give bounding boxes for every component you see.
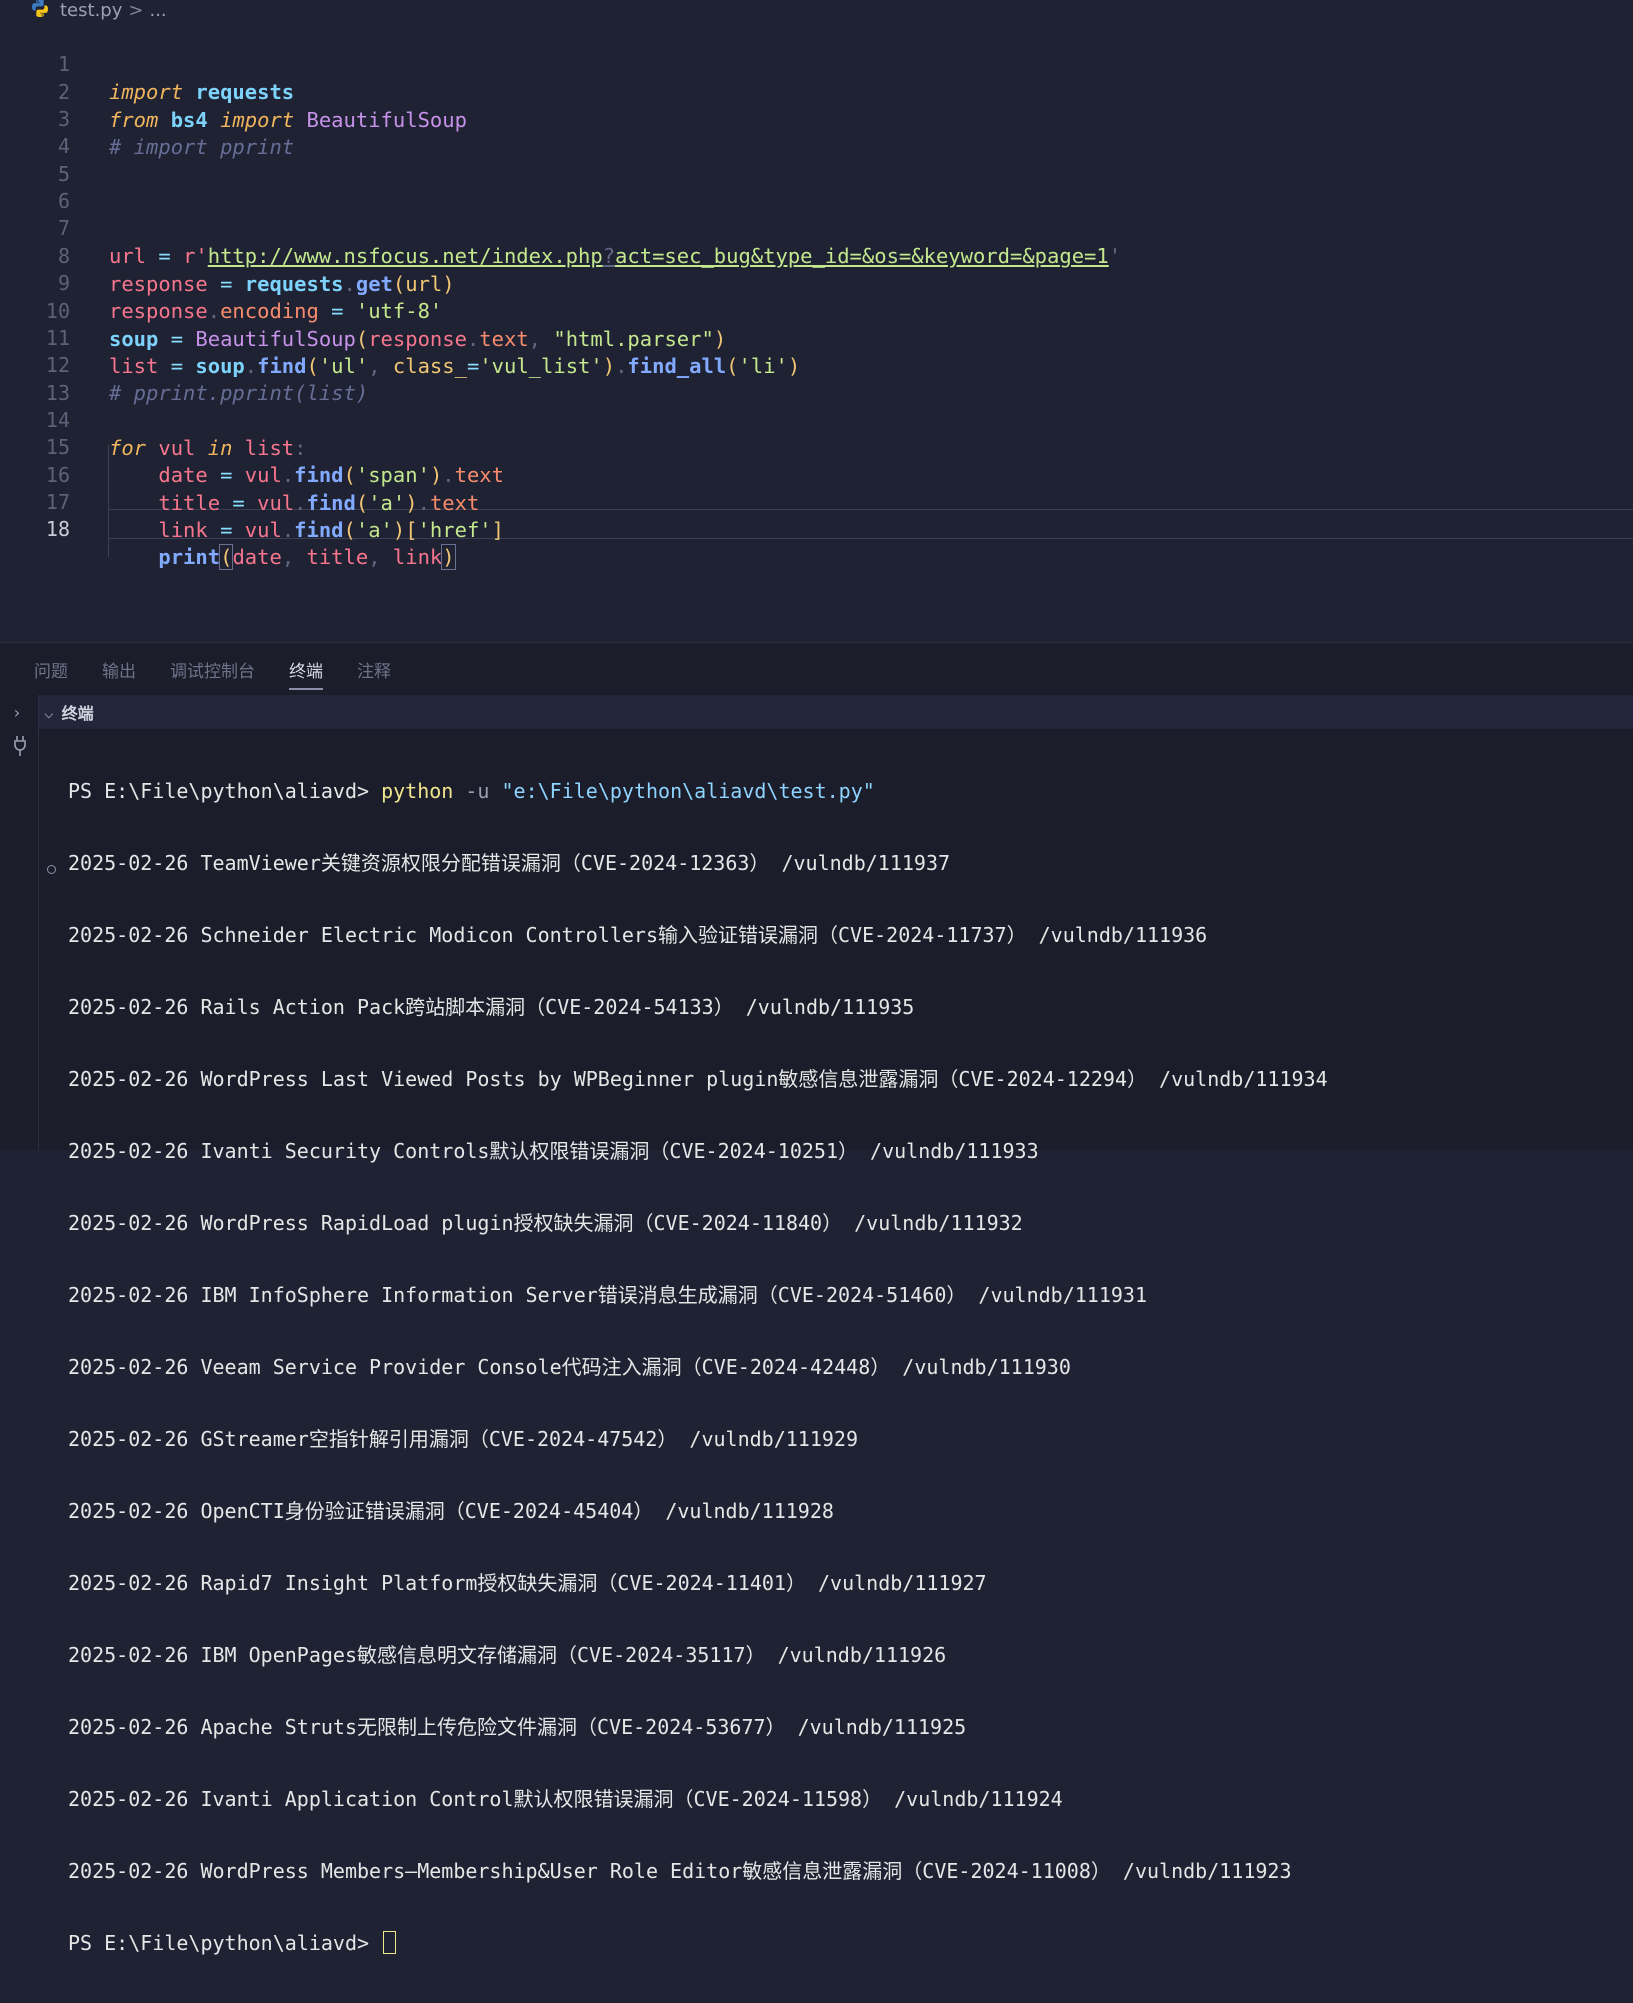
terminal-output-line: 2025-02-26 GStreamer空指针解引用漏洞（CVE-2024-47… [68, 1427, 859, 1451]
terminal-section-toggle[interactable]: ⌵ 终端 [44, 695, 94, 729]
terminal-flag: -u [453, 779, 502, 803]
terminal-output-line: 2025-02-26 Ivanti Application Control默认权… [68, 1787, 1063, 1811]
code-token: ) [392, 518, 406, 542]
code-line-16[interactable]: 16 title = vul.find('a').text [0, 433, 1633, 515]
code-line-1[interactable]: 1 import requests [0, 22, 1633, 104]
terminal-cursor [383, 1931, 397, 1954]
code-line-17[interactable]: 17 link = vul.find('a')['href'] [0, 460, 1633, 542]
code-line-13[interactable]: 13 [0, 351, 1633, 405]
plug-icon[interactable] [12, 735, 28, 757]
code-line-12[interactable]: 12 # pprint.pprint(list) [0, 323, 1633, 405]
code-token: 'a' [355, 518, 393, 542]
terminal-output-line: 2025-02-26 Ivanti Security Controls默认权限错… [68, 1139, 1039, 1163]
breadcrumb-separator: > [128, 0, 144, 21]
code-line-10[interactable]: 10 soup = BeautifulSoup(response.text, "… [0, 269, 1633, 351]
code-line-15[interactable]: 15 date = vul.find('span').text [0, 405, 1633, 487]
chevron-right-icon[interactable]: › [12, 703, 22, 722]
tab-terminal[interactable]: 终端 [289, 651, 323, 690]
code-token: date [232, 545, 282, 569]
panel-sidebar [0, 695, 39, 1150]
terminal-output-line: 2025-02-26 Veeam Service Provider Consol… [68, 1355, 1071, 1379]
code-token: print [158, 545, 221, 569]
terminal-command: python [381, 779, 454, 803]
terminal-title: 终端 [61, 704, 94, 723]
python-icon [32, 0, 48, 17]
command-decoration-icon[interactable] [47, 865, 56, 874]
code-token: [ [405, 518, 418, 542]
code-editor[interactable]: 1 import requests 2 from bs4 import Beau… [0, 20, 1633, 640]
code-token: find [294, 518, 344, 542]
code-token: , [368, 545, 393, 569]
terminal-output-line: 2025-02-26 WordPress RapidLoad plugin授权缺… [68, 1211, 1023, 1235]
breadcrumb-more[interactable]: ... [149, 0, 166, 21]
line-number-current: 18 [45, 517, 70, 541]
code-line-8[interactable]: 8 response = requests.get(url) [0, 214, 1633, 296]
code-token: ( [343, 518, 356, 542]
code-line-4[interactable]: 4 [0, 104, 1633, 158]
breadcrumb: test.py > ... [0, 0, 1633, 21]
code-token: . [281, 518, 295, 542]
terminal-output[interactable]: PS E:\File\python\aliavd> python -u "e:\… [68, 731, 1628, 2003]
tab-debug-console[interactable]: 调试控制台 [170, 651, 255, 688]
terminal-output-line: 2025-02-26 Rapid7 Insight Platform授权缺失漏洞… [68, 1571, 987, 1595]
breadcrumb-file[interactable]: test.py [60, 0, 122, 21]
terminal-output-line: 2025-02-26 WordPress Last Viewed Posts b… [68, 1067, 1328, 1091]
terminal-prompt: PS E:\File\python\aliavd> [68, 1931, 382, 1955]
terminal-output-line: 2025-02-26 Apache Struts无限制上传危险文件漏洞（CVE-… [68, 1715, 967, 1739]
code-line-11[interactable]: 11 list = soup.find('ul', class_='vul_li… [0, 296, 1633, 378]
terminal-output-line: 2025-02-26 Schneider Electric Modicon Co… [68, 923, 1208, 947]
chevron-down-icon: ⌵ [44, 702, 54, 722]
code-line-6[interactable]: 6 [0, 159, 1633, 213]
tab-problems[interactable]: 问题 [34, 651, 68, 688]
terminal-output-line: 2025-02-26 TeamViewer关键资源权限分配错误漏洞（CVE-20… [68, 851, 951, 875]
tab-output[interactable]: 输出 [102, 651, 136, 688]
code-line-7[interactable]: 7 url = r'http://www.nsfocus.net/index.p… [0, 186, 1633, 268]
code-token: 'href' [417, 518, 492, 542]
code-token: vul [244, 518, 282, 542]
code-token: ) [441, 544, 456, 570]
code-token: link [392, 545, 443, 569]
code-token: title [306, 545, 369, 569]
terminal-final-prompt-line: PS E:\File\python\aliavd> [68, 1931, 1628, 1955]
terminal-script-path: "e:\File\python\aliavd\test.py" [501, 779, 875, 803]
terminal-output-line: 2025-02-26 OpenCTI身份验证错误漏洞（CVE-2024-4540… [68, 1499, 834, 1523]
terminal-output-line: 2025-02-26 IBM OpenPages敏感信息明文存储漏洞（CVE-2… [68, 1643, 947, 1667]
terminal-output-line: 2025-02-26 Rails Action Pack跨站脚本漏洞（CVE-2… [68, 995, 915, 1019]
code-line-5[interactable]: 5 [0, 132, 1633, 186]
code-token: , [281, 545, 307, 569]
bottom-panel: 问题 输出 调试控制台 终端 注释 › ⌵ 终端 PS E:\File\pyth… [0, 642, 1633, 1955]
code-token: ] [491, 518, 504, 542]
tab-comments[interactable]: 注释 [357, 651, 391, 688]
terminal-command-line: PS E:\File\python\aliavd> python -u "e:\… [68, 779, 1628, 803]
code-token: link [158, 518, 208, 542]
panel-tabs: 问题 输出 调试控制台 终端 注释 [0, 643, 1633, 695]
code-line-3[interactable]: 3 # import pprint [0, 77, 1633, 159]
terminal-header[interactable] [0, 695, 1633, 729]
terminal-output-line: 2025-02-26 IBM InfoSphere Information Se… [68, 1283, 1147, 1307]
code-line-18[interactable]: 18 print(date, title, link) [0, 487, 1633, 570]
terminal-output-line: 2025-02-26 WordPress Members–Membership&… [68, 1859, 1292, 1883]
code-line-14[interactable]: 14 for vul in list: [0, 378, 1633, 460]
code-line-9[interactable]: 9 response.encoding = 'utf-8' [0, 241, 1633, 323]
code-token: ( [219, 544, 234, 570]
code-token: = [207, 518, 245, 542]
terminal-prompt: PS E:\File\python\aliavd> [68, 779, 382, 803]
code-line-2[interactable]: 2 from bs4 import BeautifulSoup [0, 50, 1633, 132]
